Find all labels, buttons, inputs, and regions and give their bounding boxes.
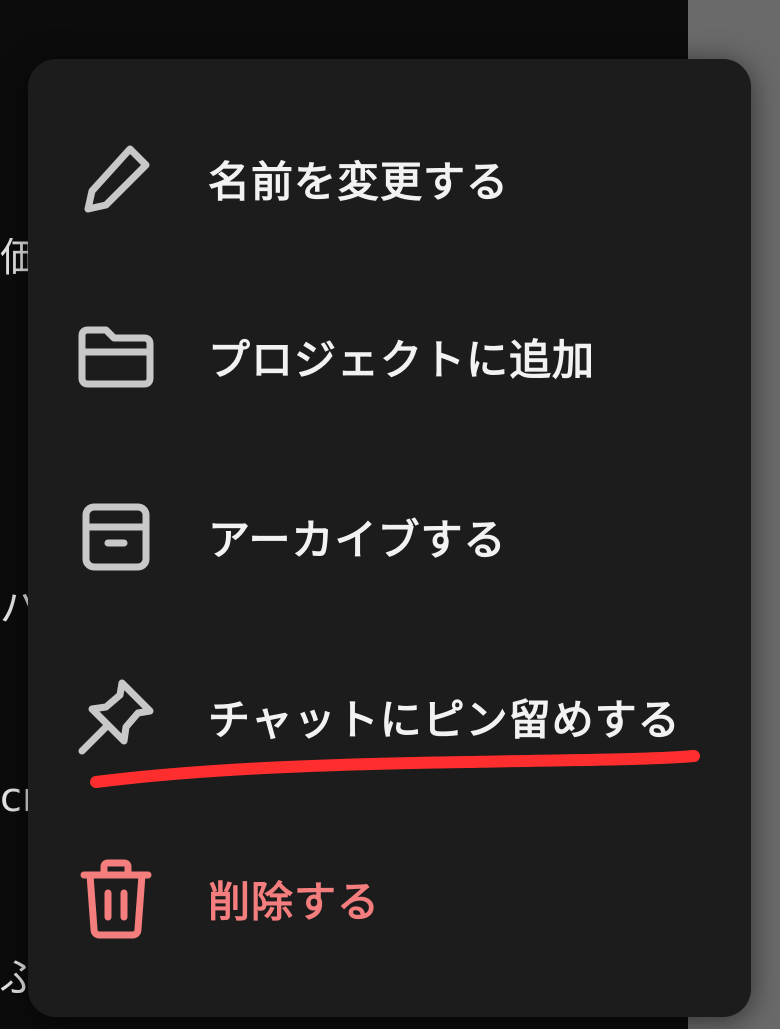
- menu-item-delete[interactable]: 削除する: [28, 824, 751, 974]
- menu-item-label: 名前を変更する: [208, 157, 510, 207]
- pencil-icon: [76, 139, 156, 219]
- menu-item-label: 削除する: [208, 877, 381, 927]
- pin-icon: [76, 677, 156, 757]
- menu-item-label: アーカイブする: [208, 515, 507, 565]
- folder-icon: [76, 317, 156, 397]
- menu-item-label: チャットにピン留めする: [208, 695, 681, 745]
- menu-item-pin-chat[interactable]: チャットにピン留めする: [28, 642, 751, 792]
- menu-item-rename[interactable]: 名前を変更する: [28, 104, 751, 254]
- screen: 価 バ cr ぶ 名前を変更する プロジェクトに追加: [0, 0, 780, 1029]
- menu-item-add-to-project[interactable]: プロジェクトに追加: [28, 282, 751, 432]
- archive-box-icon: [76, 497, 156, 577]
- trash-icon: [76, 859, 156, 939]
- menu-item-archive[interactable]: アーカイブする: [28, 462, 751, 612]
- context-menu: 名前を変更する プロジェクトに追加 アーカイブする チャットにピン留めする 削除…: [28, 59, 751, 1017]
- menu-item-label: プロジェクトに追加: [208, 335, 596, 385]
